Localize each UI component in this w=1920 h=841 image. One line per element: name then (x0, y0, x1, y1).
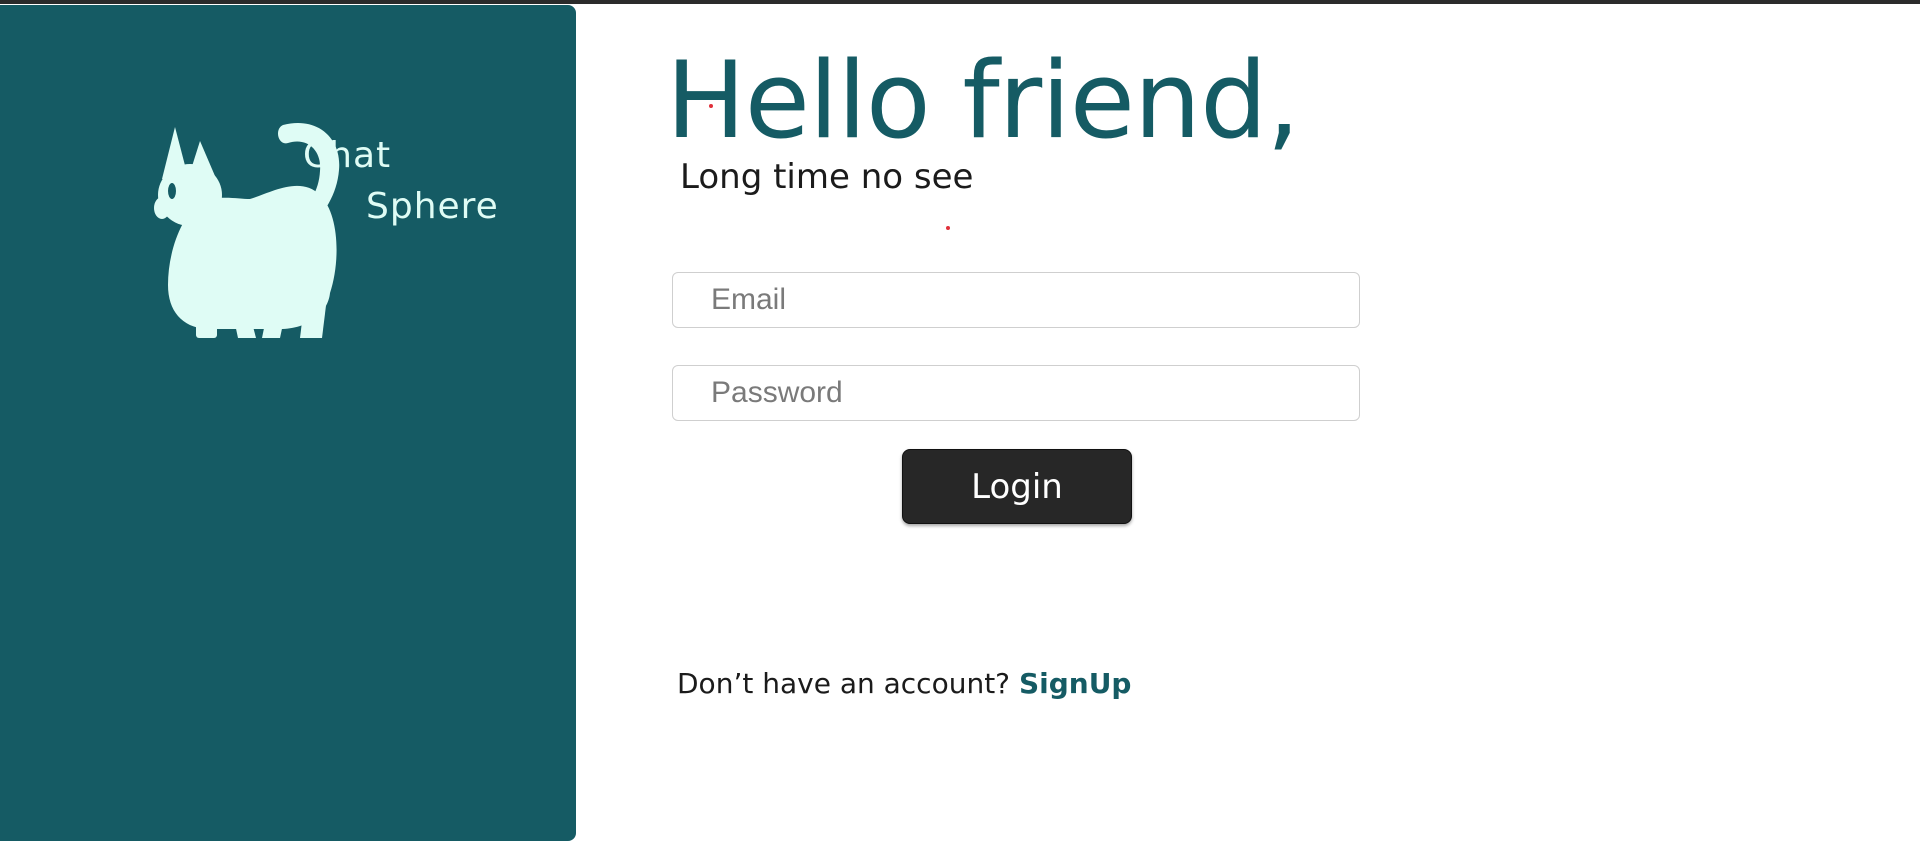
signup-link[interactable]: SignUp (1019, 667, 1132, 700)
login-button[interactable]: Login (902, 449, 1132, 524)
password-field[interactable] (672, 365, 1360, 421)
email-field[interactable] (672, 272, 1360, 328)
decorative-dot (946, 226, 950, 230)
brand-name-line2: Sphere (366, 186, 499, 227)
login-panel: Hello friend, Long time no see Login Don… (576, 0, 1920, 841)
logo: Chat Sphere (130, 113, 510, 338)
decorative-dot (709, 104, 713, 108)
page-title: Hello friend, (666, 39, 1300, 162)
brand-panel: Chat Sphere (0, 5, 576, 841)
brand-name-line1: Chat (303, 135, 392, 176)
signup-prompt: Don’t have an account? (677, 667, 1011, 700)
subtitle: Long time no see (680, 157, 974, 197)
signup-row: Don’t have an account? SignUp (677, 670, 1131, 698)
